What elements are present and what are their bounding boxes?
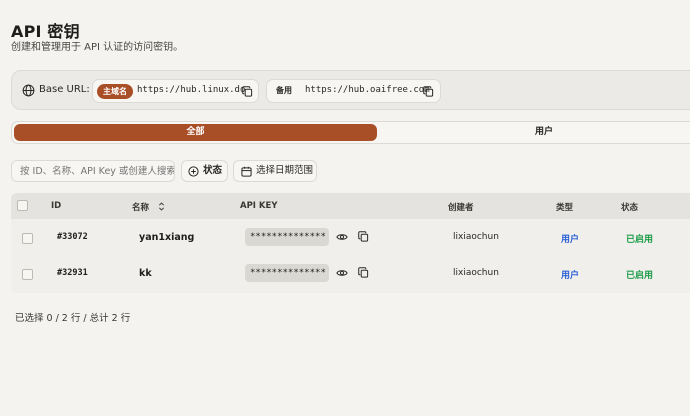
header-api-key: API KEY	[240, 201, 278, 211]
tab-all[interactable]: 全部	[14, 124, 377, 141]
base-url-card: Base URL: 主域名 https://hub.linux.do 备用 ht…	[11, 70, 690, 110]
primary-domain-tag: 主域名	[97, 84, 133, 99]
row-id: #32931	[57, 268, 88, 278]
table-row[interactable]: #32931 kk ************** lixiaochun 用户 已…	[11, 256, 690, 292]
status-filter-button[interactable]: 状态	[181, 160, 228, 182]
row-name: yan1xiang	[139, 232, 195, 243]
sort-icon	[158, 202, 165, 211]
base-url-label: Base URL:	[39, 84, 90, 95]
header-type: 类型	[556, 203, 574, 213]
backup-domain-tag: 备用	[276, 86, 292, 95]
row-creator: lixiaochun	[453, 268, 499, 278]
header-id: ID	[51, 201, 62, 211]
header-name: 名称	[132, 203, 150, 213]
copy-icon[interactable]	[242, 86, 253, 97]
api-key-masked: **************	[245, 228, 329, 246]
search-input[interactable]	[11, 160, 175, 182]
row-id: #33072	[57, 232, 88, 242]
row-checkbox[interactable]	[22, 233, 33, 244]
row-creator: lixiaochun	[453, 232, 499, 242]
backup-url-chip: 备用 https://hub.oaifree.com	[266, 79, 441, 103]
calendar-icon	[241, 166, 252, 177]
copy-icon[interactable]	[358, 231, 369, 242]
tab-bar: 全部 用户	[11, 121, 690, 144]
header-creator: 创建者	[448, 203, 474, 213]
tab-user[interactable]: 用户	[379, 124, 690, 141]
header-status: 状态	[621, 203, 639, 213]
select-all-checkbox[interactable]	[17, 200, 28, 211]
row-name: kk	[139, 268, 152, 279]
row-status: 已启用	[626, 271, 654, 281]
table-row[interactable]: #33072 yan1xiang ************** lixiaoch…	[11, 220, 690, 256]
date-range-button[interactable]: 选择日期范围	[233, 160, 317, 182]
plus-circle-icon	[188, 166, 199, 177]
backup-url-text: https://hub.oaifree.com	[305, 85, 430, 95]
copy-icon[interactable]	[423, 86, 434, 97]
primary-url-chip: 主域名 https://hub.linux.do	[92, 79, 259, 103]
date-range-label: 选择日期范围	[256, 165, 314, 176]
page-subtitle: 创建和管理用于 API 认证的访问密钥。	[11, 42, 184, 53]
header-name-sort[interactable]: 名称	[132, 201, 165, 213]
api-key-masked: **************	[245, 264, 329, 282]
selection-count: 已选择 0 / 2 行 / 总计 2 行	[15, 313, 131, 324]
copy-icon[interactable]	[358, 267, 369, 278]
row-type: 用户	[561, 235, 580, 245]
eye-icon[interactable]	[336, 268, 348, 278]
primary-url-text: https://hub.linux.do	[137, 85, 246, 95]
status-filter-label: 状态	[203, 165, 223, 176]
table-header: ID 名称 API KEY 创建者 类型 状态	[11, 193, 690, 219]
row-type: 用户	[561, 271, 580, 281]
eye-icon[interactable]	[336, 232, 348, 242]
row-status: 已启用	[626, 235, 654, 245]
row-checkbox[interactable]	[22, 269, 33, 280]
api-keys-table: ID 名称 API KEY 创建者 类型 状态 #33072 yan1xiang…	[11, 193, 690, 293]
globe-icon	[22, 84, 35, 97]
